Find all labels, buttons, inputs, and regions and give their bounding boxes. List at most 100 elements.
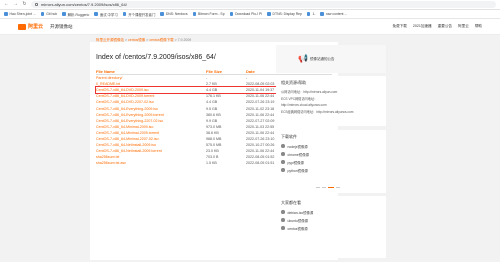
bookmark[interactable]: Download Plo-I Pl: [229, 12, 262, 16]
help-title: 相关资源/帮助: [281, 80, 307, 85]
bookmark[interactable]: Bitmon Form - Sp: [192, 12, 225, 16]
file-size: 4.4 GB: [206, 88, 218, 93]
file-size: 176.1 KB: [206, 94, 221, 99]
favicon-icon: [122, 12, 127, 16]
bookmark[interactable]: Git hub: [40, 12, 57, 16]
bookmark[interactable]: 1-: [306, 12, 315, 16]
bookmark[interactable]: 面试 中学习: [94, 12, 118, 17]
file-size: 9.5 GB: [206, 106, 218, 111]
forward-icon[interactable]: →: [13, 2, 18, 7]
file-name-link[interactable]: CentOS-7-x86_64-DVD-2009.torrent: [96, 94, 206, 98]
reload-icon[interactable]: ↻: [22, 2, 27, 7]
favicon-icon: [229, 12, 234, 16]
help-line: ECS经典网络访问地址：http://mirrors.aliyuncs.com: [281, 110, 354, 114]
nav-link[interactable]: 帮助: [475, 24, 482, 29]
favicon-icon: [306, 12, 311, 16]
help-line: 公网访问地址：http://mirrors.aliyun.com: [281, 90, 338, 94]
mirror-icon: [281, 226, 285, 230]
file-size: 1.5 KB: [206, 161, 217, 166]
page-title: Index of /centos/7.9.2009/isos/x86_64/: [96, 54, 216, 61]
file-size: 9.9 GB: [206, 118, 218, 123]
site-header: 阿里云 开源镜像站 免费下载 2021加速器 重要公告 阿里云 帮助: [0, 19, 500, 35]
file-size: 575.0 MB: [206, 143, 222, 148]
url-text: mirrors.aliyun.com/centos/7.9.2009/isos/…: [41, 2, 127, 7]
file-name-link[interactable]: CentOS-7-x86_64-Everything-2009.iso: [96, 107, 206, 111]
nav-link[interactable]: 免费下载: [393, 24, 407, 29]
tool-item[interactable]: nodejs镜像源: [276, 142, 386, 150]
tool-item[interactable]: chrome镜像源: [276, 150, 386, 158]
file-name-link[interactable]: CentOS-7-x86_64-Everything-2207-02.iso: [96, 119, 206, 123]
favicon-icon: [267, 12, 271, 16]
mirror-icon: [281, 210, 285, 214]
nav-link[interactable]: 重要公告: [438, 24, 452, 29]
popular-item[interactable]: centos镜像源: [276, 224, 386, 232]
tools-card: 下载软件 nodejs镜像源 chrome镜像源 pypi镜像源 python镜…: [276, 130, 386, 193]
megaphone-icon: 📢: [298, 54, 308, 63]
favicon-icon: [192, 12, 197, 16]
file-name-link[interactable]: CentOS-7-x86_64-DVD-2009.iso: [96, 88, 206, 92]
file-size: 2.7 KB: [206, 82, 217, 87]
aliyun-logo-icon: [18, 23, 26, 30]
bookmark[interactable]: raw content ...: [320, 12, 347, 16]
tools-title: 下载软件: [281, 134, 297, 139]
address-bar[interactable]: mirrors.aliyun.com/centos/7.9.2009/isos/…: [31, 1, 496, 8]
lock-icon: [35, 3, 38, 6]
file-size: 973.0 MB: [206, 124, 222, 129]
file-size: 703.0 B: [206, 155, 219, 160]
tool-icon: [281, 144, 285, 148]
file-name-link[interactable]: CentOS-7-x86_64-NetInstall-2009.iso: [96, 143, 206, 147]
favicon-icon: [94, 12, 98, 16]
site-logo[interactable]: 阿里云: [18, 23, 43, 30]
file-name-link[interactable]: CentOS-7-x86_64-NetInstall-2009.torrent: [96, 149, 206, 153]
favicon-icon: [320, 12, 324, 16]
file-name-link[interactable]: CentOS-7-x86_64-Minimal-2009.iso: [96, 125, 206, 129]
file-name-link[interactable]: Parent directory/: [96, 76, 206, 80]
tool-item[interactable]: python镜像源: [276, 166, 386, 174]
bookmarks-bar: Hao Shen-joint ... Git hub 解析-Ruggerio 面…: [0, 10, 500, 19]
file-size: 38.6 KB: [206, 130, 219, 135]
notice-card[interactable]: 📢 镜像站通知公告: [276, 45, 386, 73]
tool-icon: [281, 152, 285, 156]
file-size: 380.6 KB: [206, 112, 221, 117]
help-card: 相关资源/帮助 公网访问地址：http://mirrors.aliyun.com…: [276, 76, 386, 126]
tool-icon: [281, 160, 285, 164]
file-size: 23.0 KB: [206, 149, 219, 154]
favicon-icon: [62, 12, 66, 16]
popular-item[interactable]: debian-iso镜像源: [276, 208, 386, 216]
bookmark[interactable]: DTNS: Display Rep: [267, 12, 302, 16]
file-size: 4.4 GB: [206, 100, 218, 105]
bookmark[interactable]: 开个课程开发者门: [122, 12, 155, 17]
file-size: -: [206, 76, 208, 81]
help-line: ECS VPC网络访问地址：: [281, 97, 318, 101]
file-size: 988.0 MB: [206, 136, 222, 141]
bookmark[interactable]: Hao Shen-joint ...: [4, 12, 36, 16]
top-nav: 免费下载 2021加速器 重要公告 阿里云 帮助: [393, 24, 483, 29]
tool-icon: [281, 168, 285, 172]
carousel-dots[interactable]: [316, 187, 340, 188]
tool-item[interactable]: pypi镜像源: [276, 158, 386, 166]
back-icon[interactable]: ←: [4, 2, 9, 7]
file-name-link[interactable]: CentOS-7-x86_64-Everything-2009.torrent: [96, 113, 206, 117]
column-header-name: File Name: [96, 68, 115, 74]
file-name-link[interactable]: CentOS-7-x86_64-Minimal-2009.torrent: [96, 131, 206, 135]
file-name-link[interactable]: 0_README.txt: [96, 82, 206, 86]
popular-item[interactable]: ubuntu镜像源: [276, 216, 386, 224]
favicon-icon: [4, 12, 8, 16]
file-name-link[interactable]: CentOS-7-x86_64-Minimal-2207-02.iso: [96, 137, 206, 141]
nav-link[interactable]: 阿里云: [458, 24, 469, 29]
site-title: 开源镜像站: [50, 23, 73, 29]
favicon-icon: [40, 12, 45, 16]
favicon-icon: [160, 12, 164, 16]
popular-card: 大家都在看 debian-iso镜像源 ubuntu镜像源 centos镜像源: [276, 196, 386, 258]
bookmark[interactable]: 解析-Ruggerio: [62, 12, 89, 17]
file-name-link[interactable]: CentOS-7-x86_64-DVD-2207-02.iso: [96, 100, 206, 104]
file-name-link[interactable]: sha256sum.txt: [96, 155, 206, 159]
column-header-size: File Size: [206, 68, 223, 74]
notice-title: 镜像站通知公告: [310, 57, 335, 61]
popular-title: 大家都在看: [281, 200, 301, 205]
file-name-link[interactable]: sha256sum.txt.asc: [96, 161, 206, 165]
browser-toolbar: ← → ↻ mirrors.aliyun.com/centos/7.9.2009…: [0, 0, 500, 10]
nav-link[interactable]: 2021加速器: [413, 24, 432, 29]
bookmark[interactable]: DNS: Nerdocs: [160, 12, 188, 16]
mirror-icon: [281, 218, 285, 222]
